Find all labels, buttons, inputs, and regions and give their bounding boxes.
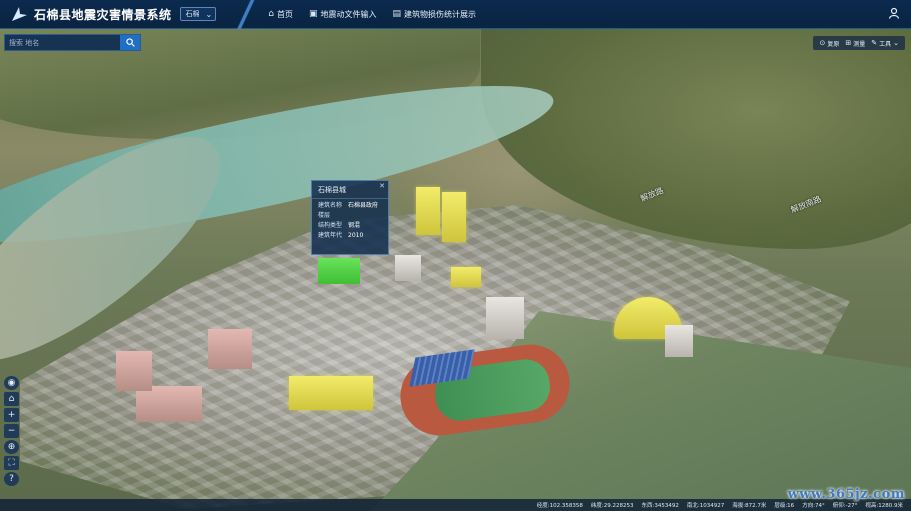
popup-key: 楼层 <box>318 212 331 219</box>
reset-icon: ⊙ <box>819 39 826 47</box>
close-icon[interactable]: ✕ <box>379 182 385 190</box>
search-icon <box>125 38 135 47</box>
highlighted-building[interactable] <box>289 376 373 410</box>
watermark: www.365jz.com <box>787 487 905 502</box>
3d-map-viewport[interactable]: 解放南路 解放路 <box>0 29 911 511</box>
zoom-out-button[interactable]: − <box>4 424 19 438</box>
home-icon: ⌂ <box>268 9 274 19</box>
coordinate-status-bar: 经度:102.358358 纬度:29.228253 东西:3453492 南北… <box>0 499 911 511</box>
building <box>116 351 152 391</box>
chart-icon: ▤ <box>392 9 401 19</box>
search-button[interactable] <box>120 35 140 50</box>
home-view-icon[interactable]: ⌂ <box>4 392 19 406</box>
building <box>395 255 421 281</box>
area-select[interactable]: 石棉 ⌄ <box>179 7 217 21</box>
status-east: 东西:3453492 <box>641 503 679 509</box>
app-window: 解放南路 解放路 石棉县地震灾害情景系统 石棉 ⌄ ⌂ 首页 ▣ 地震动文件输入… <box>0 0 911 511</box>
popup-key: 建筑名称 <box>318 202 343 209</box>
app-title: 石棉县地震灾害情景系统 <box>34 7 172 22</box>
status-pitch: 俯仰:-27° <box>832 503 858 509</box>
main-nav: ⌂ 首页 ▣ 地震动文件输入 ▤ 建筑物损伤统计展示 <box>268 9 492 20</box>
building-info-popup: 石棉县城 ✕ 建筑名称 石棉县政府 楼层 结构类型 钢混 建筑年代 2010 <box>311 180 389 255</box>
popup-key: 结构类型 <box>318 222 343 229</box>
popup-attributes: 建筑名称 石棉县政府 楼层 结构类型 钢混 建筑年代 2010 <box>312 199 388 243</box>
area-select-value: 石棉 <box>185 10 200 18</box>
fullscreen-icon[interactable]: ⛶ <box>4 456 19 470</box>
nav-ground-motion-input[interactable]: ▣ 地震动文件输入 <box>309 9 377 20</box>
top-navigation-bar: 石棉县地震灾害情景系统 石棉 ⌄ ⌂ 首页 ▣ 地震动文件输入 ▤ 建筑物损伤统… <box>0 0 911 29</box>
nav-label: 首页 <box>276 9 293 19</box>
map-toolbar: ⊙ 复原 ⊞ 测量 ✎ 工具 ⌄ <box>813 36 905 50</box>
popup-row: 楼层 <box>318 211 382 221</box>
ruler-icon: ⊞ <box>845 39 852 47</box>
chevron-down-icon: ⌄ <box>205 9 213 19</box>
status-altitude: 海拔:872.7米 <box>732 503 767 509</box>
map-navigation-controls: ◉ ⌂ + − ⊕ ⛶ ? <box>3 376 20 486</box>
status-longitude: 经度:102.358358 <box>536 503 583 509</box>
tool-label: 测量 <box>853 40 866 48</box>
status-view-height: 视高:1280.9米 <box>865 503 903 509</box>
search-box <box>4 34 141 51</box>
highlighted-building[interactable] <box>416 187 440 235</box>
highlighted-building[interactable] <box>451 267 481 287</box>
building <box>486 297 524 339</box>
compass-icon[interactable]: ◉ <box>4 376 19 390</box>
popup-value: 钢混 <box>348 222 361 229</box>
nav-building-damage-stats[interactable]: ▤ 建筑物损伤统计展示 <box>392 9 476 20</box>
status-north: 南北:1034927 <box>686 503 725 509</box>
star-logo-icon <box>8 3 30 25</box>
status-latitude: 纬度:29.228253 <box>590 503 634 509</box>
zoom-in-button[interactable]: + <box>4 408 19 422</box>
popup-title: 石棉县城 <box>312 181 388 199</box>
building <box>665 325 693 357</box>
popup-row: 结构类型 钢混 <box>318 221 382 231</box>
nav-home[interactable]: ⌂ 首页 <box>268 9 293 20</box>
tool-label: 复原 <box>827 40 840 48</box>
tool-label: 工具 <box>879 40 892 48</box>
status-heading: 方向:74° <box>802 503 825 509</box>
nav-label: 建筑物损伤统计展示 <box>403 9 476 19</box>
globe-icon[interactable]: ⊕ <box>4 440 19 454</box>
chevron-down-icon: ⌄ <box>893 39 899 47</box>
building <box>136 386 202 422</box>
divider <box>226 0 267 29</box>
status-level: 层级:16 <box>774 503 795 509</box>
selected-building[interactable] <box>318 258 360 284</box>
popup-row: 建筑年代 2010 <box>318 231 382 241</box>
popup-row: 建筑名称 石棉县政府 <box>318 201 382 211</box>
folder-icon: ▣ <box>308 9 318 19</box>
popup-value: 2010 <box>348 232 364 239</box>
help-icon[interactable]: ? <box>4 472 19 486</box>
nav-label: 地震动文件输入 <box>320 9 377 19</box>
popup-value: 石棉县政府 <box>348 202 379 209</box>
popup-key: 建筑年代 <box>318 232 343 239</box>
building <box>208 329 252 369</box>
tools-menu-button[interactable]: ✎ 工具 ⌄ <box>871 39 899 48</box>
highlighted-building[interactable] <box>442 192 466 242</box>
user-icon[interactable] <box>887 7 901 21</box>
wrench-icon: ✎ <box>871 39 878 47</box>
measure-button[interactable]: ⊞ 测量 <box>845 39 865 48</box>
reset-view-button[interactable]: ⊙ 复原 <box>819 39 839 48</box>
search-input[interactable] <box>5 35 120 50</box>
